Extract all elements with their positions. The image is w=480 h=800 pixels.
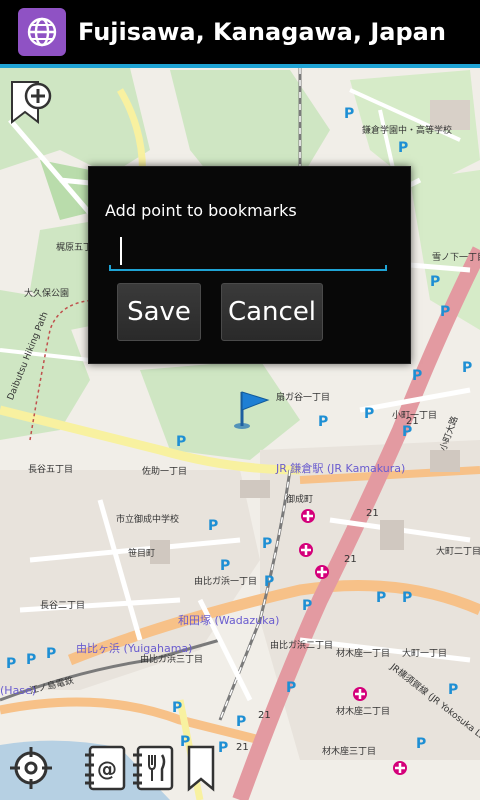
map-area-label: 笹目町 [128, 549, 156, 559]
parking-icon: P [430, 274, 441, 290]
parking-icon: P [172, 700, 183, 716]
restaurants-button[interactable] [128, 738, 178, 798]
parking-icon: P [416, 736, 427, 752]
parking-icon: P [286, 680, 297, 696]
hospital-icon [299, 543, 313, 557]
map-area-label: 材木座二丁目 [336, 707, 391, 717]
text-cursor [120, 237, 122, 265]
parking-icon: P [448, 682, 459, 698]
svg-text:@: @ [97, 757, 117, 781]
parking-icon: P [262, 536, 273, 552]
map-area-label: 雪ノ下一丁目 [432, 253, 480, 263]
action-bar: Fujisawa, Kanagawa, Japan [0, 0, 480, 64]
parking-icon: P [364, 406, 375, 422]
map-area-label: 扇ガ谷一丁目 [276, 393, 331, 403]
input-underline [109, 265, 387, 271]
hospital-icon [301, 509, 315, 523]
hospital-icon [393, 761, 407, 775]
map-area-label: 大久保公園 [24, 289, 70, 299]
hospital-icon [353, 687, 367, 701]
add-bookmark-button[interactable] [8, 80, 54, 126]
bookmarks-button[interactable] [176, 738, 226, 798]
map-area-label: 鎌倉学園中・高等学校 [362, 126, 453, 136]
bookmark-icon [187, 745, 215, 792]
station-label: 由比ヶ浜 (Yuigahama) [76, 642, 193, 655]
parking-icon: P [236, 714, 247, 730]
cancel-button[interactable]: Cancel [221, 283, 323, 341]
map-area-label: 大町一丁目 [402, 649, 448, 659]
bottom-toolbar: @ [0, 738, 230, 800]
parking-icon: P [220, 558, 231, 574]
parking-icon: P [440, 304, 451, 320]
bookmark-name-input[interactable] [109, 233, 411, 269]
map-area-label: 長谷二丁目 [40, 601, 86, 611]
add-bookmark-dialog: Add point to bookmarks Save Cancel [88, 166, 411, 364]
add-bookmark-icon [11, 81, 52, 125]
map-area-label: 由比ガ浜一丁目 [194, 577, 258, 587]
parking-icon: P [264, 574, 275, 590]
station-label: 和田塚 (Wadazuka) [178, 614, 280, 627]
map-area-label: 御成町 [286, 495, 314, 505]
parking-icon: P [398, 140, 409, 156]
road-number: 21 [366, 508, 379, 519]
map-area-label: 材木座一丁目 [336, 649, 391, 659]
my-location-button[interactable] [6, 738, 56, 798]
map-area-label: 由比ガ浜二丁目 [270, 641, 334, 651]
road-number: 21 [258, 710, 271, 721]
road-number: 21 [406, 416, 419, 427]
map-area-label: 材木座三丁目 [322, 747, 377, 757]
parking-icon: P [412, 368, 423, 384]
save-button[interactable]: Save [117, 283, 201, 341]
blue-flag-icon[interactable] [230, 386, 270, 432]
parking-icon: P [26, 652, 37, 668]
road-number: 21 [344, 554, 357, 565]
parking-icon: P [176, 434, 187, 450]
parking-icon: P [318, 414, 329, 430]
road-number: 21 [236, 742, 249, 753]
parking-icon: P [6, 656, 17, 672]
parking-icon: P [302, 598, 313, 614]
station-label: (Hase) [0, 684, 37, 697]
contact-at-icon: @ [85, 745, 126, 791]
contacts-button[interactable]: @ [80, 738, 130, 798]
parking-icon: P [46, 646, 57, 662]
map-area-label: 佐助一丁目 [142, 467, 188, 477]
map-area-label: 長谷五丁目 [28, 465, 74, 475]
restaurant-icon [133, 745, 174, 791]
map-area-label: 市立御成中学校 [116, 515, 180, 525]
parking-icon: P [402, 590, 413, 606]
dialog-title: Add point to bookmarks [105, 201, 297, 220]
parking-icon: P [344, 106, 355, 122]
hospital-icon [315, 565, 329, 579]
parking-icon: P [208, 518, 219, 534]
station-label: JR 鎌倉駅 (JR Kamakura) [276, 462, 406, 475]
parking-icon: P [376, 590, 387, 606]
parking-icon: P [462, 360, 473, 376]
map-area-label: 大町二丁目 [436, 547, 480, 557]
my-location-icon [10, 747, 52, 789]
globe-icon[interactable] [18, 8, 66, 56]
page-title: Fujisawa, Kanagawa, Japan [78, 18, 446, 46]
